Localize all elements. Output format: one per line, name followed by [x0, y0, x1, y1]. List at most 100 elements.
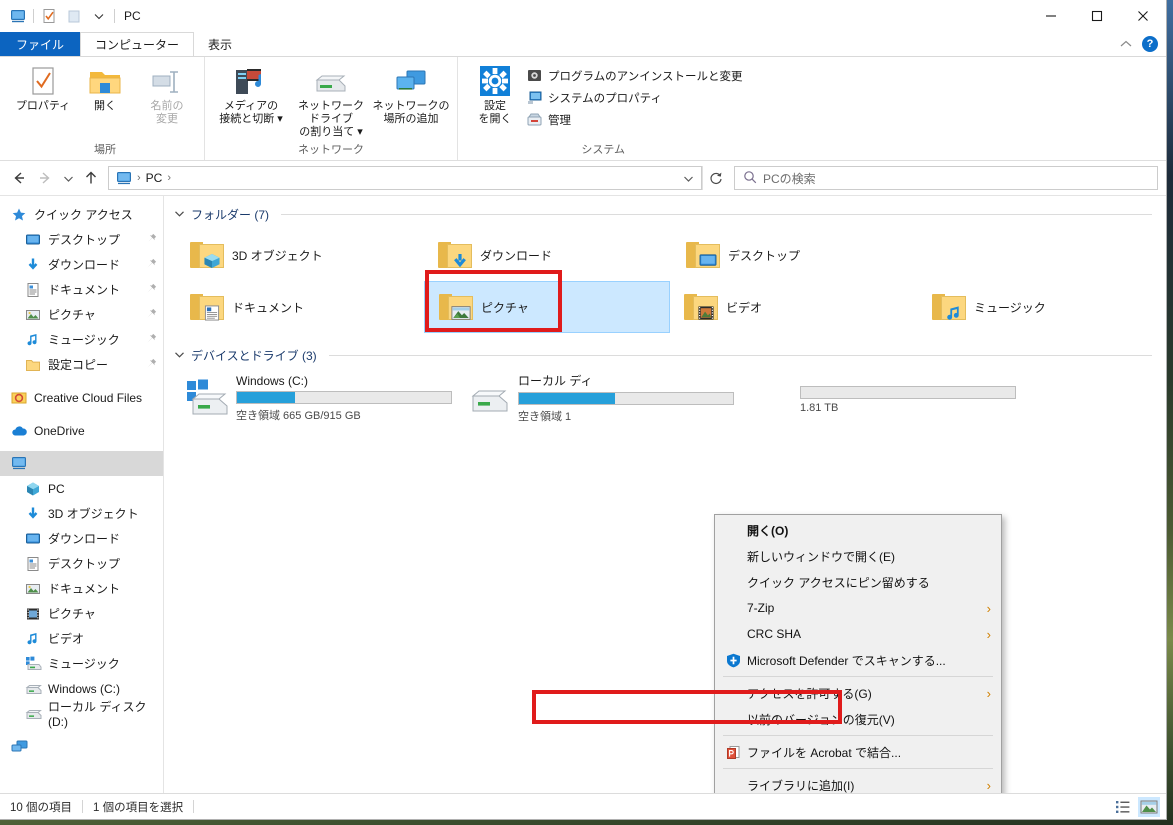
menu-item-add-to-library[interactable]: ライブラリに追加(I) ›	[715, 772, 1001, 793]
search-input[interactable]: PCの検索	[763, 170, 816, 187]
pictures-icon	[24, 580, 42, 598]
group-rule	[281, 214, 1152, 215]
sidebar-item-quick-access[interactable]: クイック アクセス	[0, 202, 163, 227]
tab-file[interactable]: ファイル	[0, 32, 81, 56]
recent-locations-button[interactable]	[58, 165, 78, 191]
help-icon[interactable]: ?	[1142, 36, 1158, 52]
sidebar-item-downloads[interactable]: ダウンロード	[0, 252, 163, 277]
details-view-button[interactable]	[1112, 797, 1134, 817]
breadcrumb-pc-icon[interactable]	[113, 171, 135, 186]
maximize-button[interactable]	[1074, 0, 1120, 32]
properties-icon[interactable]	[39, 6, 59, 26]
sidebar-item-volume-e[interactable]: ローカル ディスク (D:)	[0, 700, 163, 729]
windows-drive-icon	[24, 655, 42, 673]
sidebar-item-documents[interactable]: ドキュメント	[0, 277, 163, 302]
chevron-down-icon[interactable]	[174, 208, 185, 222]
menu-item-defender-scan[interactable]: Microsoft Defender でスキャンする...	[715, 647, 1001, 673]
sidebar-label: ミュージック	[48, 333, 120, 347]
open-button[interactable]: 開く	[74, 63, 136, 115]
tile-downloads[interactable]: ダウンロード	[424, 229, 672, 281]
tile-music[interactable]: ミュージック	[918, 281, 1166, 333]
address-right	[677, 167, 699, 189]
sidebar-item-windows-c[interactable]: ミュージック	[0, 651, 163, 676]
qat-dropdown-caret[interactable]	[89, 6, 109, 26]
add-network-location-button[interactable]: ネットワークの 場所の追加	[371, 63, 451, 128]
sidebar-item-pc-videos[interactable]: ピクチャ	[0, 601, 163, 626]
sidebar-label: ローカル ディスク (D:)	[48, 700, 147, 729]
group-header-folders[interactable]: フォルダー (7)	[164, 196, 1166, 225]
pin-icon[interactable]	[146, 258, 157, 272]
tile-label: 3D オブジェクト	[232, 248, 323, 263]
menu-item-pin-to-quick-access[interactable]: クイック アクセスにピン留めする	[715, 569, 1001, 595]
media-connect-button[interactable]: メディアの 接続と切断 ▾	[211, 63, 291, 128]
pc-icon[interactable]	[8, 6, 28, 26]
tile-pictures[interactable]: ピクチャ	[424, 281, 670, 333]
group-title-drives: デバイスとドライブ (3)	[191, 349, 317, 363]
open-folder-icon	[88, 65, 122, 99]
pin-icon[interactable]	[146, 333, 157, 347]
menu-item-7zip[interactable]: 7-Zip ›	[715, 595, 1001, 621]
sidebar-item-settings-copy[interactable]: 設定コピー	[0, 352, 163, 377]
menu-item-open[interactable]: 開く(O)	[715, 517, 1001, 543]
new-folder-icon[interactable]	[64, 6, 84, 26]
breadcrumb-separator-1[interactable]: ›	[135, 172, 143, 184]
sidebar-item-pc-documents[interactable]: デスクトップ	[0, 551, 163, 576]
sidebar-item-onedrive[interactable]: OneDrive	[0, 418, 163, 443]
rename-button[interactable]: 名前の 変更	[136, 63, 198, 128]
drive-tile-windows-c[interactable]: Windows (C:) 空き領域 665 GB/915 GB	[174, 370, 456, 426]
refresh-button[interactable]	[702, 166, 728, 190]
pin-icon[interactable]	[146, 358, 157, 372]
tile-desktop[interactable]: デスクトップ	[672, 229, 920, 281]
breadcrumb-separator-2[interactable]: ›	[165, 172, 173, 184]
pin-icon[interactable]	[146, 233, 157, 247]
manage-button[interactable]: 管理	[526, 110, 742, 129]
drive-tile-volume-e[interactable]: 1.81 TB	[738, 370, 1016, 426]
sidebar-item-creative-cloud-files[interactable]: Creative Cloud Files	[0, 385, 163, 410]
collapse-ribbon-caret[interactable]	[1120, 37, 1132, 51]
tab-computer[interactable]: コンピューター	[80, 32, 195, 56]
pin-icon[interactable]	[146, 283, 157, 297]
map-network-drive-button[interactable]: ネットワーク ドライブ の割り当て ▾	[291, 63, 371, 141]
group-header-drives[interactable]: デバイスとドライブ (3)	[164, 333, 1166, 366]
sidebar-item-3d-objects[interactable]: PC	[0, 476, 163, 501]
menu-item-give-access-to[interactable]: アクセスを許可する(G) ›	[715, 680, 1001, 706]
chevron-down-icon[interactable]	[174, 349, 185, 363]
open-settings-button[interactable]: 設定 を開く	[464, 63, 526, 128]
sidebar-item-pc-music[interactable]: ビデオ	[0, 626, 163, 651]
up-button[interactable]	[78, 165, 104, 191]
sidebar-item-pc[interactable]	[0, 451, 163, 476]
tab-view[interactable]: 表示	[194, 32, 246, 56]
breadcrumb-pc[interactable]: PC	[143, 171, 166, 185]
properties-button[interactable]: プロパティ	[12, 63, 74, 115]
search-box[interactable]: PCの検索	[734, 166, 1158, 190]
minimize-button[interactable]	[1028, 0, 1074, 32]
windows-drive-icon	[180, 374, 236, 422]
downloads-icon	[24, 256, 42, 274]
sidebar-item-pc-downloads[interactable]: 3D オブジェクト	[0, 501, 163, 526]
sidebar-item-network[interactable]	[0, 734, 163, 759]
back-button[interactable]	[6, 165, 32, 191]
large-icons-view-button[interactable]	[1138, 796, 1160, 817]
system-properties-button[interactable]: システムのプロパティ	[526, 88, 742, 107]
address-field[interactable]: › PC ›	[108, 166, 702, 190]
sidebar-item-pc-pictures[interactable]: ドキュメント	[0, 576, 163, 601]
forward-button[interactable]	[32, 165, 58, 191]
tile-documents[interactable]: ドキュメント	[176, 281, 424, 333]
menu-item-open-new-window[interactable]: 新しいウィンドウで開く(E)	[715, 543, 1001, 569]
menu-item-restore-previous-versions[interactable]: 以前のバージョンの復元(V)	[715, 706, 1001, 732]
address-dropdown-caret[interactable]	[677, 167, 699, 189]
drive-tile-local-disk-d[interactable]: ローカル ディ 空き領域 1	[456, 370, 738, 426]
sidebar-item-pictures[interactable]: ピクチャ	[0, 302, 163, 327]
tile-videos[interactable]: ビデオ	[670, 281, 918, 333]
pin-icon[interactable]	[146, 308, 157, 322]
tile-3d-objects[interactable]: 3D オブジェクト	[176, 229, 424, 281]
menu-item-crc-sha[interactable]: CRC SHA ›	[715, 621, 1001, 647]
ribbon-group-network: メディアの 接続と切断 ▾ ネットワーク ドライブ の割り当て ▾ ネットワークの場…	[205, 57, 458, 160]
menu-item-combine-files-in-acrobat[interactable]: ファイルを Acrobat で結合...	[715, 739, 1001, 765]
sidebar-item-pc-desktop[interactable]: ダウンロード	[0, 526, 163, 551]
close-button[interactable]	[1120, 0, 1166, 32]
sidebar-item-desktop[interactable]: デスクトップ	[0, 227, 163, 252]
address-bar: › PC › PCの検索	[0, 161, 1166, 195]
sidebar-item-music[interactable]: ミュージック	[0, 327, 163, 352]
uninstall-program-button[interactable]: プログラムのアンインストールと変更	[526, 66, 742, 85]
